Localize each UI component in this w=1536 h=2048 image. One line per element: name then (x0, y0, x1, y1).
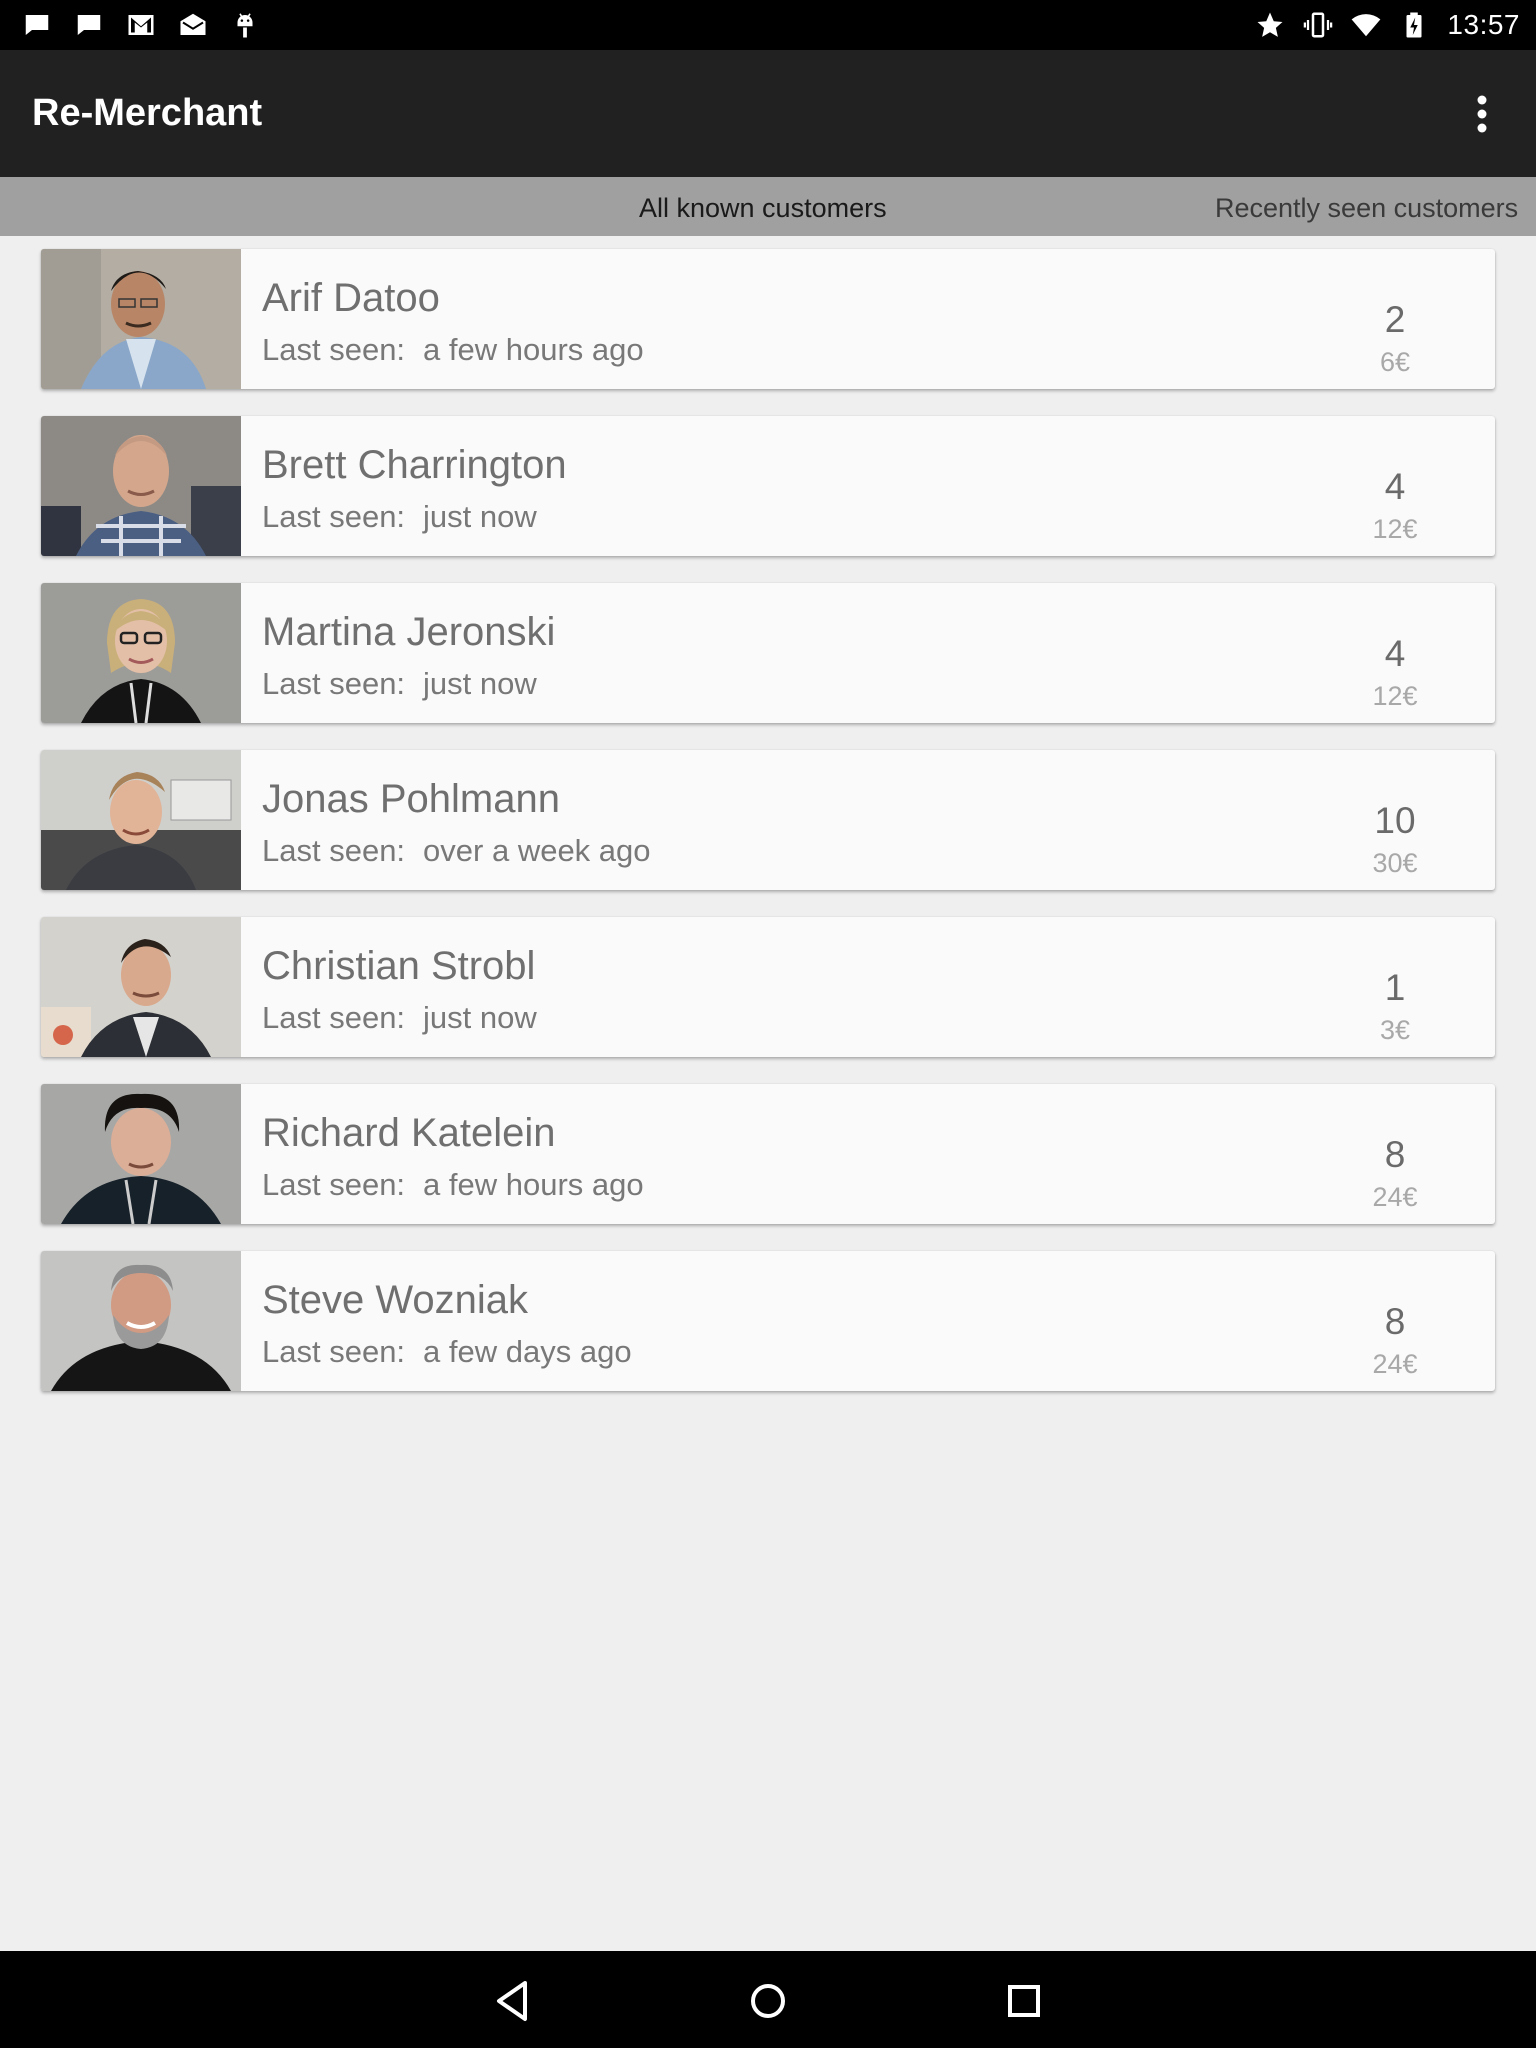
customer-avatar (41, 750, 241, 890)
overflow-menu-button[interactable] (1458, 84, 1506, 144)
tab-recently-seen-customers[interactable]: Recently seen customers (1215, 177, 1518, 236)
last-seen-value: a few hours ago (423, 1167, 644, 1202)
customer-avatar (41, 583, 241, 723)
total-amount: 30€ (1372, 848, 1418, 878)
home-icon[interactable] (740, 1973, 796, 2029)
total-amount: 6€ (1379, 347, 1411, 377)
last-seen: Last seen: a few hours ago (262, 1167, 644, 1203)
last-seen-value: a few hours ago (423, 332, 644, 367)
clock: 13:57 (1447, 9, 1520, 40)
customer-name: Christian Strobl (262, 944, 536, 988)
last-seen-value: just now (423, 1000, 537, 1035)
last-seen-value: over a week ago (423, 833, 651, 868)
back-icon[interactable] (485, 1973, 541, 2029)
battery-charging-icon (1406, 12, 1422, 38)
customer-card[interactable]: Arif Datoo Last seen: a few hours ago 2 6… (41, 249, 1495, 389)
visit-count: 8 (1384, 1134, 1406, 1175)
chat-icon (77, 15, 101, 35)
last-seen-value: just now (423, 499, 537, 534)
total-amount: 3€ (1379, 1015, 1411, 1045)
customer-card[interactable]: Steve Wozniak Last seen: a few days ago 8… (41, 1251, 1495, 1391)
recents-icon[interactable] (996, 1973, 1052, 2029)
customer-list: Arif Datoo Last seen: a few hours ago 2 6… (41, 249, 1495, 1418)
chat-icon (25, 15, 49, 35)
android-icon (237, 13, 253, 38)
total-amount: 12€ (1372, 514, 1418, 544)
customer-avatar (41, 1084, 241, 1224)
app-root: 13:57 Re-Merchant All known customers Re… (0, 0, 1536, 2048)
gmail-icon (128, 15, 154, 35)
tab-strip: All known customers Recently seen custom… (0, 177, 1536, 236)
last-seen-label: Last seen: (262, 1000, 406, 1035)
more-vert-icon (1477, 95, 1487, 132)
visit-count: 10 (1374, 800, 1416, 841)
customer-info: Christian Strobl Last seen: just now (241, 917, 1495, 1057)
customer-name: Brett Charrington (262, 443, 567, 487)
customer-avatar (41, 249, 241, 389)
last-seen: Last seen: over a week ago (262, 833, 651, 869)
last-seen: Last seen: just now (262, 1000, 537, 1036)
customer-stats: 4 12€ (1335, 416, 1455, 556)
customer-card[interactable]: Richard Katelein Last seen: a few hours a… (41, 1084, 1495, 1224)
customer-card[interactable]: Martina Jeronski Last seen: just now 4 12… (41, 583, 1495, 723)
customer-name: Jonas Pohlmann (262, 777, 560, 821)
visit-count: 4 (1384, 466, 1406, 507)
customer-name: Martina Jeronski (262, 610, 556, 654)
total-amount: 24€ (1372, 1349, 1418, 1379)
customer-info: Richard Katelein Last seen: a few hours a… (241, 1084, 1495, 1224)
customer-stats: 8 24€ (1335, 1084, 1455, 1224)
last-seen: Last seen: a few hours ago (262, 332, 644, 368)
customer-card[interactable]: Christian Strobl Last seen: just now 1 3€ (41, 917, 1495, 1057)
customer-stats: 1 3€ (1335, 917, 1455, 1057)
notification-icons (22, 10, 260, 40)
visit-count: 2 (1384, 299, 1406, 340)
customer-stats: 8 24€ (1335, 1251, 1455, 1391)
status-bar: 13:57 (0, 0, 1536, 50)
last-seen-label: Last seen: (262, 1167, 406, 1202)
customer-info: Steve Wozniak Last seen: a few days ago (241, 1251, 1495, 1391)
visit-count: 1 (1384, 967, 1406, 1008)
last-seen-value: a few days ago (423, 1334, 632, 1369)
customer-avatar (41, 416, 241, 556)
vibrate-icon (1304, 12, 1333, 38)
last-seen: Last seen: just now (262, 499, 537, 535)
navigation-bar (0, 1951, 1536, 2048)
customer-name: Arif Datoo (262, 276, 440, 320)
customer-stats: 10 30€ (1335, 750, 1455, 890)
customer-info: Arif Datoo Last seen: a few hours ago (241, 249, 1495, 389)
customer-stats: 2 6€ (1335, 249, 1455, 389)
customer-info: Jonas Pohlmann Last seen: over a week ago (241, 750, 1495, 890)
customer-card[interactable]: Jonas Pohlmann Last seen: over a week ago… (41, 750, 1495, 890)
app-title: Re-Merchant (32, 92, 263, 134)
visit-count: 4 (1384, 633, 1406, 674)
last-seen-label: Last seen: (262, 1334, 406, 1369)
total-amount: 12€ (1372, 681, 1418, 711)
visit-count: 8 (1384, 1301, 1406, 1342)
customer-name: Steve Wozniak (262, 1278, 529, 1322)
customer-name: Richard Katelein (262, 1111, 556, 1155)
last-seen: Last seen: just now (262, 666, 537, 702)
wifi-icon (1352, 14, 1381, 37)
customer-stats: 4 12€ (1335, 583, 1455, 723)
system-icons: 13:57 (1255, 9, 1520, 41)
customer-avatar (41, 1251, 241, 1391)
mail-icon (180, 13, 206, 35)
last-seen-label: Last seen: (262, 666, 406, 701)
last-seen-label: Last seen: (262, 833, 406, 868)
star-icon (1257, 12, 1283, 37)
tab-all-known-customers[interactable]: All known customers (639, 177, 887, 236)
last-seen-value: just now (423, 666, 537, 701)
app-bar: Re-Merchant (0, 50, 1536, 177)
last-seen: Last seen: a few days ago (262, 1334, 632, 1370)
customer-info: Martina Jeronski Last seen: just now (241, 583, 1495, 723)
last-seen-label: Last seen: (262, 332, 406, 367)
customer-card[interactable]: Brett Charrington Last seen: just now 4 1… (41, 416, 1495, 556)
total-amount: 24€ (1372, 1182, 1418, 1212)
customer-info: Brett Charrington Last seen: just now (241, 416, 1495, 556)
customer-avatar (41, 917, 241, 1057)
last-seen-label: Last seen: (262, 499, 406, 534)
